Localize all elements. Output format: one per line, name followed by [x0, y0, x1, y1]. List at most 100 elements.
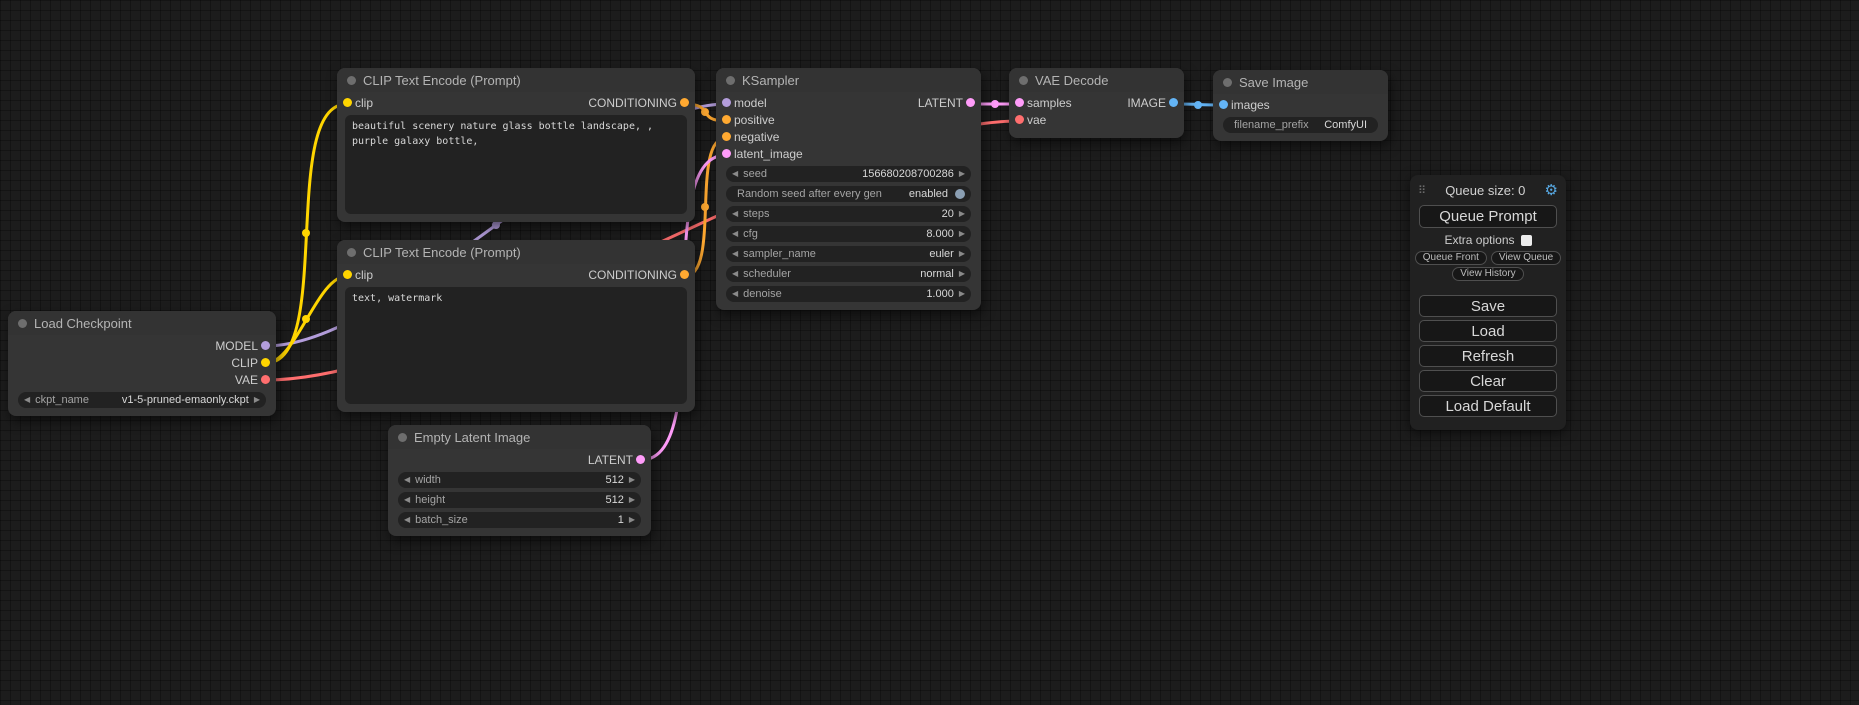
settings-gear-icon[interactable]: ⚙	[1545, 181, 1558, 199]
load-button[interactable]: Load	[1419, 320, 1557, 342]
samples-input-dot[interactable]	[1015, 98, 1024, 107]
clear-button[interactable]: Clear	[1419, 370, 1557, 392]
queue-panel: ⠿ Queue size: 0 ⚙ Queue Prompt Extra opt…	[1410, 175, 1566, 430]
vae-output-dot[interactable]	[261, 375, 270, 384]
decrement-arrow-icon[interactable]: ◀	[732, 166, 738, 182]
slot-label: clip	[355, 96, 373, 110]
extra-options-checkbox[interactable]	[1521, 235, 1532, 246]
widget-batch-size[interactable]: ◀ batch_size 1 ▶	[398, 512, 641, 528]
increment-arrow-icon[interactable]: ▶	[959, 226, 965, 242]
collapse-dot[interactable]	[726, 76, 735, 85]
node-title: VAE Decode	[1035, 73, 1108, 88]
node-title-bar[interactable]: CLIP Text Encode (Prompt)	[337, 68, 695, 92]
widget-filename-prefix[interactable]: filename_prefix ComfyUI	[1223, 117, 1378, 133]
decrement-arrow-icon[interactable]: ◀	[404, 512, 410, 528]
negative-prompt-textarea[interactable]: text, watermark	[345, 287, 687, 404]
queue-panel-header: ⠿ Queue size: 0 ⚙	[1410, 180, 1566, 200]
collapse-dot[interactable]	[1223, 78, 1232, 87]
clip-output-dot[interactable]	[261, 358, 270, 367]
node-clip-text-encode-positive[interactable]: CLIP Text Encode (Prompt) clip CONDITION…	[337, 68, 695, 222]
node-title: KSampler	[742, 73, 799, 88]
node-load-checkpoint[interactable]: Load Checkpoint MODEL CLIP VAE ◀ ckpt_na…	[8, 311, 276, 416]
increment-arrow-icon[interactable]: ▶	[629, 472, 635, 488]
node-title-bar[interactable]: Empty Latent Image	[388, 425, 651, 449]
increment-arrow-icon[interactable]: ▶	[959, 266, 965, 282]
increment-arrow-icon[interactable]: ▶	[959, 246, 965, 262]
queue-prompt-button[interactable]: Queue Prompt	[1419, 205, 1557, 228]
collapse-dot[interactable]	[1019, 76, 1028, 85]
decrement-arrow-icon[interactable]: ◀	[732, 266, 738, 282]
decrement-arrow-icon[interactable]: ◀	[732, 246, 738, 262]
refresh-button[interactable]: Refresh	[1419, 345, 1557, 367]
slot-label: LATENT	[588, 453, 633, 467]
widget-height[interactable]: ◀ height 512 ▶	[398, 492, 641, 508]
node-clip-text-encode-negative[interactable]: CLIP Text Encode (Prompt) clip CONDITION…	[337, 240, 695, 412]
collapse-dot[interactable]	[347, 248, 356, 257]
decrement-arrow-icon[interactable]: ◀	[732, 206, 738, 222]
increment-arrow-icon[interactable]: ▶	[959, 206, 965, 222]
conditioning-output-dot[interactable]	[680, 270, 689, 279]
node-ksampler[interactable]: KSampler model LATENT positive negative …	[716, 68, 981, 310]
widget-cfg[interactable]: ◀ cfg 8.000 ▶	[726, 226, 971, 242]
collapse-dot[interactable]	[347, 76, 356, 85]
queue-front-button[interactable]: Queue Front	[1415, 251, 1487, 265]
model-input-dot[interactable]	[722, 98, 731, 107]
node-vae-decode[interactable]: VAE Decode samples IMAGE vae	[1009, 68, 1184, 138]
widget-label: width	[415, 474, 441, 486]
widget-width[interactable]: ◀ width 512 ▶	[398, 472, 641, 488]
node-title-bar[interactable]: Load Checkpoint	[8, 311, 276, 335]
increment-arrow-icon[interactable]: ▶	[959, 166, 965, 182]
node-title-bar[interactable]: CLIP Text Encode (Prompt)	[337, 240, 695, 264]
decrement-arrow-icon[interactable]: ◀	[404, 472, 410, 488]
view-queue-button[interactable]: View Queue	[1491, 251, 1561, 265]
increment-arrow-icon[interactable]: ▶	[629, 492, 635, 508]
view-history-button[interactable]: View History	[1452, 267, 1523, 281]
widget-ckpt-name[interactable]: ◀ ckpt_name v1-5-pruned-emaonly.ckpt ▶	[18, 392, 266, 408]
latent-output-dot[interactable]	[636, 455, 645, 464]
positive-input-dot[interactable]	[722, 115, 731, 124]
widget-label: steps	[743, 208, 769, 220]
widget-denoise[interactable]: ◀ denoise 1.000 ▶	[726, 286, 971, 302]
conditioning-output-dot[interactable]	[680, 98, 689, 107]
widget-seed[interactable]: ◀ seed 156680208700286 ▶	[726, 166, 971, 182]
vae-input-dot[interactable]	[1015, 115, 1024, 124]
widget-value: 8.000	[926, 228, 954, 240]
collapse-dot[interactable]	[398, 433, 407, 442]
slot-label: model	[734, 96, 767, 110]
widget-scheduler[interactable]: ◀ scheduler normal ▶	[726, 266, 971, 282]
latent-image-input-dot[interactable]	[722, 149, 731, 158]
node-title: CLIP Text Encode (Prompt)	[363, 73, 521, 88]
node-save-image[interactable]: Save Image images filename_prefix ComfyU…	[1213, 70, 1388, 141]
widget-label: denoise	[743, 288, 782, 300]
slot-row: clip CONDITIONING	[337, 94, 695, 111]
node-title-bar[interactable]: Save Image	[1213, 70, 1388, 94]
widget-steps[interactable]: ◀ steps 20 ▶	[726, 206, 971, 222]
widget-random-seed-toggle[interactable]: Random seed after every gen enabled	[726, 186, 971, 202]
clip-input-dot[interactable]	[343, 98, 352, 107]
images-input-dot[interactable]	[1219, 100, 1228, 109]
image-output-dot[interactable]	[1169, 98, 1178, 107]
decrement-arrow-icon[interactable]: ◀	[404, 492, 410, 508]
save-button[interactable]: Save	[1419, 295, 1557, 317]
node-title-bar[interactable]: VAE Decode	[1009, 68, 1184, 92]
increment-arrow-icon[interactable]: ▶	[959, 286, 965, 302]
increment-arrow-icon[interactable]: ▶	[629, 512, 635, 528]
node-empty-latent-image[interactable]: Empty Latent Image LATENT ◀ width 512 ▶ …	[388, 425, 651, 536]
slot-label: negative	[734, 130, 779, 144]
widget-sampler-name[interactable]: ◀ sampler_name euler ▶	[726, 246, 971, 262]
increment-arrow-icon[interactable]: ▶	[254, 392, 260, 408]
clip-input-dot[interactable]	[343, 270, 352, 279]
decrement-arrow-icon[interactable]: ◀	[732, 286, 738, 302]
slot-row: vae	[1009, 111, 1184, 128]
positive-prompt-textarea[interactable]: beautiful scenery nature glass bottle la…	[345, 115, 687, 214]
decrement-arrow-icon[interactable]: ◀	[24, 392, 30, 408]
latent-output-dot[interactable]	[966, 98, 975, 107]
decrement-arrow-icon[interactable]: ◀	[732, 226, 738, 242]
collapse-dot[interactable]	[18, 319, 27, 328]
toggle-knob[interactable]	[955, 189, 965, 199]
load-default-button[interactable]: Load Default	[1419, 395, 1557, 417]
negative-input-dot[interactable]	[722, 132, 731, 141]
drag-handle-icon[interactable]: ⠿	[1418, 184, 1426, 197]
node-title-bar[interactable]: KSampler	[716, 68, 981, 92]
model-output-dot[interactable]	[261, 341, 270, 350]
